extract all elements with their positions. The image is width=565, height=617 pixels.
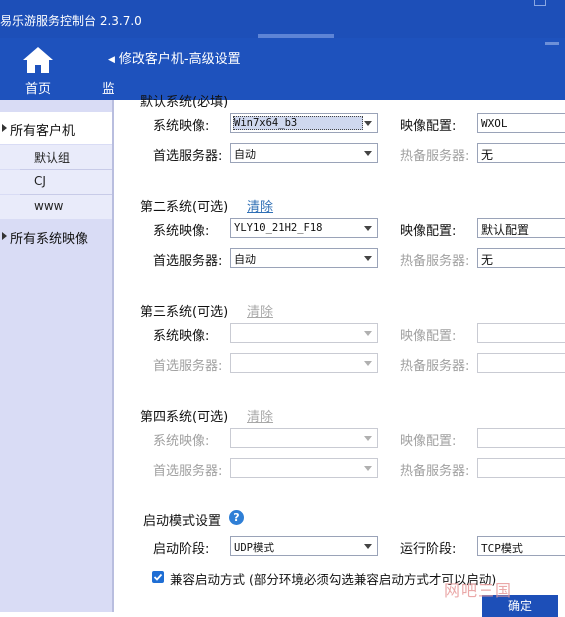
app-title: 易乐游服务控制台 2.3.7.0 — [0, 14, 142, 28]
image-label: 系统映像: — [153, 119, 210, 134]
group-label: 默认组 — [34, 151, 71, 165]
chevron-down-icon[interactable] — [364, 466, 372, 471]
hot-standby-label: 热备服务器: — [400, 254, 470, 269]
nav-monitor-partial[interactable]: 监 — [102, 78, 114, 97]
server-label: 首选服务器: — [153, 149, 223, 164]
image-label: 系统映像: — [153, 224, 210, 239]
config-label: 映像配置: — [400, 329, 457, 344]
server-label: 首选服务器: — [153, 359, 223, 374]
expand-arrow-icon — [2, 124, 7, 132]
chevron-left-icon[interactable]: ◀ — [108, 55, 115, 65]
boot-stage-select[interactable]: UDP模式 — [230, 536, 378, 556]
fourth-server-select[interactable] — [230, 458, 378, 478]
home-icon — [23, 47, 53, 73]
hot-standby-label: 热备服务器: — [400, 464, 470, 479]
sidebar-border — [112, 100, 114, 612]
chevron-down-icon[interactable] — [364, 121, 372, 126]
sidebar-item-all-images[interactable]: 所有系统映像 — [0, 222, 112, 252]
section-title-default-system: 默认系统(必填) — [140, 95, 229, 110]
select-value: 自动 — [234, 253, 256, 266]
third-config-select[interactable] — [477, 323, 565, 343]
select-value: Win7x64_b3 — [234, 117, 298, 129]
checkmark-icon — [153, 573, 163, 581]
chevron-down-icon[interactable] — [364, 151, 372, 156]
home-button[interactable]: 首页 — [16, 44, 60, 97]
clear-fourth-link[interactable]: 清除 — [247, 406, 273, 425]
select-value: 无 — [481, 148, 494, 162]
sidebar-group-item[interactable]: 默认组 — [0, 145, 112, 169]
section-title-fourth-system: 第四系统(可选) — [140, 410, 229, 425]
second-config-select[interactable]: 默认配置 — [477, 218, 565, 238]
default-config-select[interactable]: WXOL — [477, 113, 565, 133]
chevron-down-icon[interactable] — [364, 226, 372, 231]
config-label: 映像配置: — [400, 224, 457, 239]
breadcrumb-text: 修改客户机-高级设置 — [118, 52, 241, 67]
section-title-third-system: 第三系统(可选) — [140, 305, 229, 320]
select-value: WXOL — [481, 117, 508, 130]
default-image-select[interactable]: Win7x64_b3 — [230, 113, 378, 133]
default-server-select[interactable]: 自动 — [230, 143, 378, 163]
run-stage-label: 运行阶段: — [400, 542, 457, 557]
second-image-select[interactable]: YLY10_21H2_F18 — [230, 218, 378, 238]
nav-decoration — [545, 42, 559, 45]
run-stage-select[interactable]: TCP模式 — [477, 536, 565, 556]
select-value: UDP模式 — [234, 542, 274, 554]
fourth-config-select[interactable] — [477, 428, 565, 448]
sidebar-item-label: 所有系统映像 — [10, 232, 89, 247]
minimize-icon[interactable] — [534, 0, 546, 6]
config-label: 映像配置: — [400, 434, 457, 449]
compat-boot-checkbox[interactable] — [152, 571, 164, 583]
second-hot-standby-select[interactable]: 无 — [477, 248, 565, 268]
default-hot-standby-select[interactable]: 无 — [477, 143, 565, 163]
select-value: 无 — [481, 253, 494, 267]
home-label: 首页 — [24, 82, 51, 97]
image-label: 系统映像: — [153, 434, 210, 449]
breadcrumb: ◀ 修改客户机-高级设置 — [108, 48, 241, 67]
select-value: TCP模式 — [481, 542, 523, 555]
clear-second-link[interactable]: 清除 — [247, 196, 273, 215]
group-label: www — [34, 199, 64, 213]
help-icon[interactable]: ? — [229, 510, 244, 525]
chevron-down-icon[interactable] — [364, 256, 372, 261]
select-value: YLY10_21H2_F18 — [234, 222, 323, 234]
title-bar: 易乐游服务控制台 2.3.7.0 — [0, 0, 565, 42]
select-value: 默认配置 — [481, 223, 530, 237]
image-label: 系统映像: — [153, 329, 210, 344]
select-value: 自动 — [234, 148, 256, 161]
boot-stage-label: 启动阶段: — [153, 542, 210, 557]
third-image-select[interactable] — [230, 323, 378, 343]
nav-bar: 首页 监 ◀ 修改客户机-高级设置 — [0, 38, 565, 100]
expand-arrow-icon — [2, 232, 7, 240]
sidebar-item-all-clients[interactable]: 所有客户机 — [0, 112, 112, 144]
hot-standby-label: 热备服务器: — [400, 149, 470, 164]
group-label: CJ — [34, 174, 46, 188]
fourth-image-select[interactable] — [230, 428, 378, 448]
sidebar-group-item[interactable]: CJ — [0, 170, 112, 194]
sidebar-group-item[interactable]: www — [0, 195, 112, 219]
fourth-hot-standby-select[interactable] — [477, 458, 565, 478]
third-server-select[interactable] — [230, 353, 378, 373]
server-label: 首选服务器: — [153, 464, 223, 479]
chevron-down-icon[interactable] — [364, 331, 372, 336]
server-label: 首选服务器: — [153, 254, 223, 269]
third-hot-standby-select[interactable] — [477, 353, 565, 373]
sidebar-item-label: 所有客户机 — [10, 124, 76, 139]
chevron-down-icon[interactable] — [364, 361, 372, 366]
hot-standby-label: 热备服务器: — [400, 359, 470, 374]
clear-third-link[interactable]: 清除 — [247, 301, 273, 320]
config-label: 映像配置: — [400, 119, 457, 134]
watermark: 网吧三国 — [444, 581, 513, 600]
second-server-select[interactable]: 自动 — [230, 248, 378, 268]
section-title-boot-mode: 启动模式设置 — [143, 514, 222, 529]
chevron-down-icon[interactable] — [364, 544, 372, 549]
chevron-down-icon[interactable] — [364, 436, 372, 441]
section-title-second-system: 第二系统(可选) — [140, 200, 229, 215]
